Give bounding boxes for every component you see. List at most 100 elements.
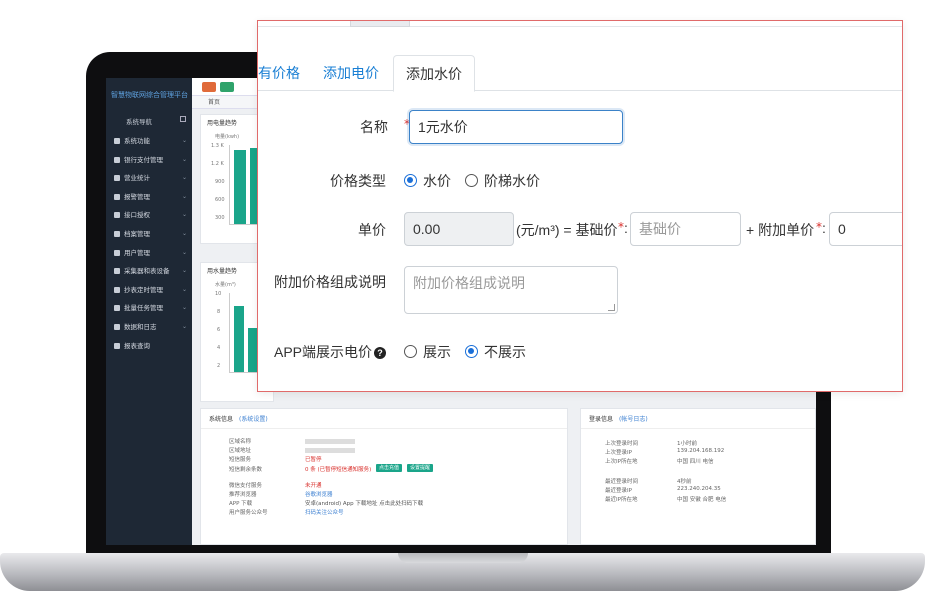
colon: : [624, 220, 628, 236]
price-type-label: 价格类型 [330, 173, 386, 189]
price-type-water-radio[interactable] [404, 174, 417, 187]
sidebar-item-alarm[interactable]: 报警管理 ⌄ [106, 188, 192, 207]
sidebar-item-label: 用户管理 [124, 248, 150, 257]
tab-add-electricity-price[interactable]: 添加电价 [323, 55, 379, 91]
sidebar-item-stats[interactable]: 营业统计 ⌄ [106, 169, 192, 188]
home-icon[interactable] [202, 82, 216, 92]
chart-unit: 电量(kwh) [215, 134, 240, 140]
sidebar-item-archive[interactable]: 档案管理 ⌄ [106, 225, 192, 244]
chart-icon [114, 175, 120, 182]
sidebar: 智慧物联网综合管理平台 系统导航 系统功能 ⌄ 银行支付管理 ⌄ 营业统计 ⌄ 报警管… [106, 78, 192, 545]
panel-title: 系统信息 [209, 416, 234, 423]
sms-count: 0 条 (已暂停短信通知服务) [305, 467, 372, 473]
sidebar-item-users[interactable]: 用户管理 ⌄ [106, 244, 192, 263]
breadcrumb-home[interactable]: 首页 [208, 99, 220, 106]
resize-handle[interactable] [608, 304, 615, 311]
gear-icon [114, 138, 120, 144]
sidebar-item-label: 营业统计 [124, 174, 150, 183]
clock-icon [114, 286, 120, 293]
redacted-value [305, 439, 355, 444]
info-label: 上次登录时间 [605, 441, 639, 447]
surcharge-input[interactable]: 0 [829, 212, 902, 246]
chevron-down-icon: ⌄ [181, 192, 187, 200]
price-type-tiered-label[interactable]: 阶梯水价 [484, 171, 540, 191]
name-input[interactable]: 1元水价 [409, 110, 623, 144]
price-type-tiered-radio[interactable] [465, 174, 478, 187]
tab-all-prices[interactable]: 有价格 [258, 55, 300, 91]
surcharge-desc-textarea[interactable]: 附加价格组成说明 [404, 266, 618, 314]
sidebar-item-api[interactable]: 接口授权 ⌄ [106, 206, 192, 225]
laptop-base [0, 553, 925, 591]
nav-list: 系统功能 ⌄ 银行支付管理 ⌄ 营业统计 ⌄ 报警管理 ⌄ 接口授权 ⌄ 档案管理 ⌄ 用户… [106, 132, 192, 355]
price-type-water-label[interactable]: 水价 [423, 171, 451, 191]
add-water-price-dialog: 有价格 添加电价 添加水价 名称 * 1元水价 价格类型 水价 阶梯水价 单价 … [257, 20, 903, 392]
tick-label: 900 [215, 179, 225, 185]
chevron-down-icon: ⌄ [181, 304, 187, 312]
sidebar-item-label: 接口授权 [124, 211, 150, 220]
system-info-panel: 系统信息 (系统设置) 区域名称 区域地址 短信服务 已暂停 短信剩余条数 0 条… [200, 408, 568, 545]
browser-link[interactable]: 谷歌浏览器 [305, 490, 333, 498]
sidebar-item-devices[interactable]: 采集器和表设备 ⌄ [106, 262, 192, 281]
info-value: 4秒前 [677, 479, 692, 485]
surcharge-desc-placeholder: 附加价格组成说明 [413, 275, 525, 291]
nav-header-label: 系统导航 [126, 118, 152, 126]
info-label: APP 下载 [229, 501, 253, 507]
sidebar-item-label: 抄表定时管理 [124, 285, 163, 294]
info-label: 区域名称 [229, 439, 252, 445]
app-display-hide-label[interactable]: 不展示 [484, 342, 526, 362]
sidebar-item-logs[interactable]: 数据和日志 ⌄ [106, 318, 192, 337]
base-price-input[interactable]: 基础价 [630, 212, 741, 246]
info-value: 1小时前 [677, 441, 697, 447]
unit-price-input[interactable]: 0.00 [404, 212, 514, 246]
info-value: 223.240.204.35 [677, 486, 721, 492]
tick-label: 300 [215, 215, 225, 221]
app-display-hide-radio[interactable] [465, 345, 478, 358]
nav-header: 系统导航 [106, 100, 192, 126]
menu-icon[interactable] [220, 82, 234, 92]
tick-label: 2 [217, 363, 221, 369]
sidebar-item-system[interactable]: 系统功能 ⌄ [106, 132, 192, 151]
sidebar-item-label: 系统功能 [124, 137, 150, 145]
grid-icon[interactable] [180, 116, 186, 122]
tab-add-water-price[interactable]: 添加水价 [393, 55, 475, 92]
help-icon[interactable]: ? [374, 347, 386, 359]
app-display-show-label[interactable]: 展示 [423, 342, 451, 362]
recharge-button[interactable]: 点击充值 [376, 464, 403, 472]
sidebar-item-label: 数据和日志 [124, 322, 157, 331]
sidebar-item-label: 报警管理 [124, 192, 150, 201]
sidebar-item-reports[interactable]: 报表查询 [106, 337, 192, 356]
chevron-down-icon: ⌄ [181, 248, 187, 256]
info-label: 最近IP所在地 [605, 497, 638, 503]
chevron-down-icon: ⌄ [181, 267, 187, 275]
app-display-label-text: APP端展示电价 [273, 344, 372, 360]
redacted-value [305, 448, 355, 453]
info-value: 中国 四川 电信 [677, 459, 714, 465]
info-label: 上次登录IP [605, 450, 632, 456]
chevron-down-icon: ⌄ [181, 174, 187, 182]
app-download-link[interactable]: 安卓(android) App 下载地址 点击此处扫码下载 [305, 499, 423, 507]
surcharge-label: + 附加单价 [746, 222, 815, 238]
price-tabs: 有价格 添加电价 添加水价 [258, 55, 902, 92]
app-display-label: APP端展示电价? [268, 342, 386, 362]
sidebar-item-label: 报表查询 [124, 341, 150, 350]
file-icon [114, 230, 120, 237]
wechat-official-link[interactable]: 扫码关注公众号 [305, 508, 344, 516]
app-display-show-radio[interactable] [404, 345, 417, 358]
account-log-link[interactable]: (帐号日志) [619, 416, 648, 423]
sidebar-item-bank[interactable]: 银行支付管理 ⌄ [106, 151, 192, 170]
chart-bar [234, 306, 244, 372]
reminder-settings-button[interactable]: 设置提醒 [407, 464, 434, 472]
sidebar-item-schedule[interactable]: 抄表定时管理 ⌄ [106, 281, 192, 300]
tick-label: 1.2 K [211, 161, 224, 167]
sms-status: 已暂停 [305, 457, 322, 463]
sidebar-item-batch[interactable]: 批量任务管理 ⌄ [106, 299, 192, 318]
bell-icon [114, 193, 120, 200]
name-label: 名称 [360, 119, 388, 135]
login-info-panel: 登录信息 (帐号日志) 上次登录时间 1小时前 上次登录IP 139.204.16… [580, 408, 816, 545]
system-settings-link[interactable]: (系统设置) [239, 416, 268, 423]
card-icon [114, 156, 120, 163]
app-title: 智慧物联网综合管理平台 [111, 91, 188, 99]
info-label: 上次IP所在地 [605, 459, 638, 465]
wechat-pay-status: 未开通 [305, 483, 322, 489]
device-icon [114, 268, 120, 275]
